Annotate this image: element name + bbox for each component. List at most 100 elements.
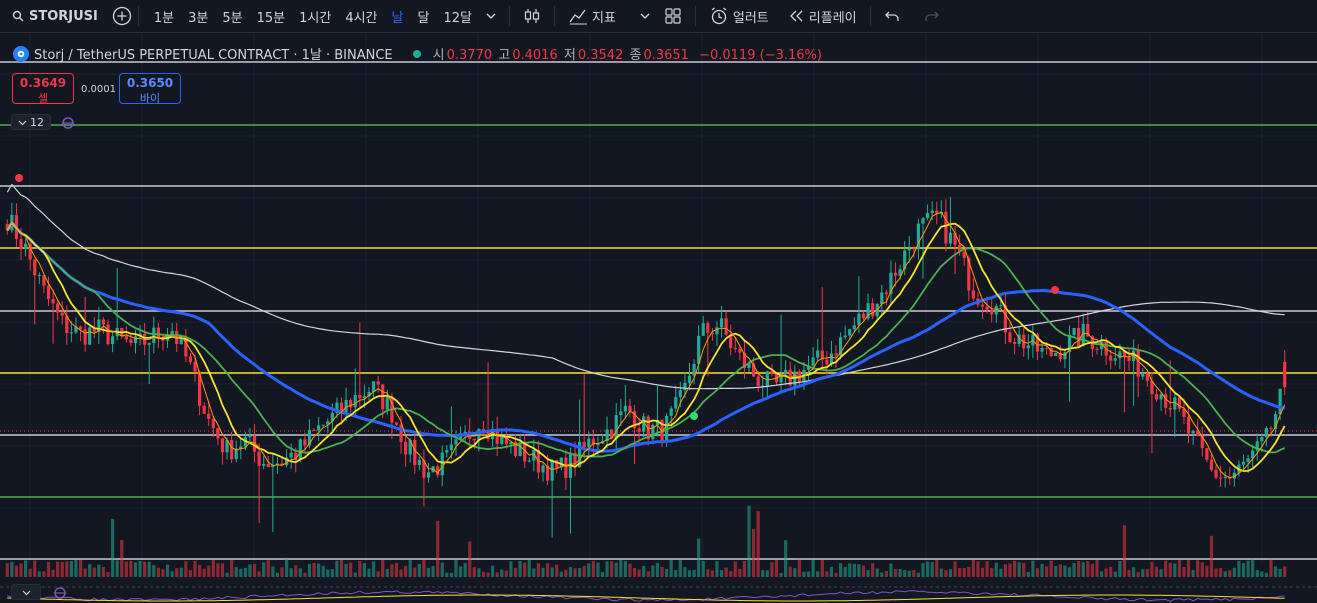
volume-bar (138, 560, 142, 577)
layouts-button[interactable] (657, 0, 689, 33)
volume-bar (390, 564, 394, 577)
volume-bar (495, 572, 499, 577)
replay-button[interactable]: 리플레이 (782, 0, 864, 33)
interval-5m[interactable]: 5분 (215, 7, 249, 26)
indicators-toggle[interactable]: 12 (11, 114, 51, 130)
candle-body (1159, 394, 1163, 400)
volume-bar (600, 572, 605, 577)
candle-body (376, 381, 380, 385)
volume-bar (371, 561, 376, 577)
symbol-title[interactable]: Storj / TetherUS PERPETUAL CONTRACT · 1날… (34, 44, 393, 63)
candle-body (353, 395, 357, 408)
indicator-settings-icon[interactable] (61, 116, 75, 130)
volume-bar (797, 559, 801, 577)
volume-bar (243, 567, 247, 577)
volume-bar (1109, 566, 1113, 577)
volume-bar (472, 567, 476, 577)
volume-bar (1099, 571, 1104, 577)
volume-bar (65, 561, 69, 577)
volume-bar (321, 565, 325, 577)
volume-bar (660, 566, 664, 577)
volume-bar (1063, 565, 1067, 577)
candle-body (46, 285, 51, 299)
candle-body (756, 376, 760, 386)
volume-bar (307, 564, 312, 577)
volume-bar (239, 568, 243, 577)
volume-bar (779, 572, 783, 577)
candle-body (614, 415, 618, 439)
candle-body (784, 369, 788, 374)
pane-settings-icon[interactable] (53, 586, 67, 600)
interval-1M[interactable]: 달 (410, 7, 436, 26)
volume-bar (1095, 559, 1099, 577)
volume-bar (527, 559, 531, 577)
candle-body (971, 290, 975, 299)
volume-bar (500, 569, 504, 577)
redo-button[interactable] (917, 0, 947, 33)
volume-bar (632, 568, 637, 577)
candle-body (880, 292, 884, 304)
candle-body (1219, 477, 1223, 479)
sell-button[interactable]: 0.3649 셀 (12, 73, 74, 105)
pane-toggle[interactable] (11, 584, 41, 600)
volume-bar (184, 561, 188, 577)
candle-body (1260, 436, 1264, 442)
candle-body (582, 441, 586, 447)
symbol-search-button[interactable]: STORJUSI (0, 0, 98, 33)
buy-button[interactable]: 0.3650 바이 (119, 73, 181, 105)
volume-bar (436, 520, 440, 577)
volume-bar (280, 567, 284, 577)
volume-bar (866, 570, 870, 577)
volume-bar (990, 568, 994, 577)
compare-button[interactable] (112, 0, 132, 33)
candle-body (962, 251, 966, 258)
volume-bar (706, 569, 710, 577)
volume-bar (637, 569, 641, 577)
volume-bar (431, 566, 435, 577)
volume-bar (1200, 562, 1204, 577)
volume-bar (1086, 561, 1090, 577)
candle-body (733, 347, 737, 350)
chevron-down-icon[interactable] (479, 12, 503, 20)
candle-body (1154, 394, 1159, 400)
price-chart[interactable] (0, 34, 1317, 603)
candle-body (944, 211, 948, 244)
volume-bar (1058, 564, 1062, 577)
candle-body (129, 339, 133, 344)
volume-bar (715, 561, 719, 577)
volume-bar (806, 571, 811, 577)
interval-12M[interactable]: 12달 (436, 7, 479, 26)
volume-bar (1237, 560, 1241, 577)
interval-1m[interactable]: 1분 (147, 7, 181, 26)
chart-type-button[interactable] (516, 0, 548, 33)
volume-bar (56, 561, 60, 577)
candle-body (19, 238, 23, 249)
volume-bar (335, 560, 339, 577)
volume-bar (541, 567, 545, 577)
candle-body (848, 329, 852, 336)
interval-1h[interactable]: 1시간 (292, 7, 338, 26)
candle-body (967, 257, 971, 291)
volume-bar (257, 571, 261, 577)
volume-bar (1273, 566, 1278, 577)
volume-bar (211, 559, 215, 577)
indicators-button[interactable]: 지표 (561, 0, 623, 33)
volume-bar (326, 569, 330, 577)
high-value: 0.4016 (512, 48, 558, 63)
interval-4h[interactable]: 4시간 (338, 7, 384, 26)
volume-bar (175, 568, 179, 577)
candle-body (550, 460, 554, 481)
volume-bar (884, 571, 888, 577)
undo-button[interactable] (877, 0, 907, 33)
alert-button[interactable]: 얼러트 (702, 0, 776, 33)
volume-bar (848, 563, 852, 577)
volume-bar (1150, 562, 1154, 577)
candle-body (907, 248, 911, 251)
volume-bar (51, 569, 55, 577)
interval-3m[interactable]: 3분 (181, 7, 215, 26)
chevron-down-icon[interactable] (633, 0, 657, 33)
interval-1d[interactable]: 날 (385, 7, 411, 26)
candle-body (1191, 430, 1195, 434)
candle-body (1209, 459, 1214, 470)
interval-15m[interactable]: 15분 (250, 7, 293, 26)
